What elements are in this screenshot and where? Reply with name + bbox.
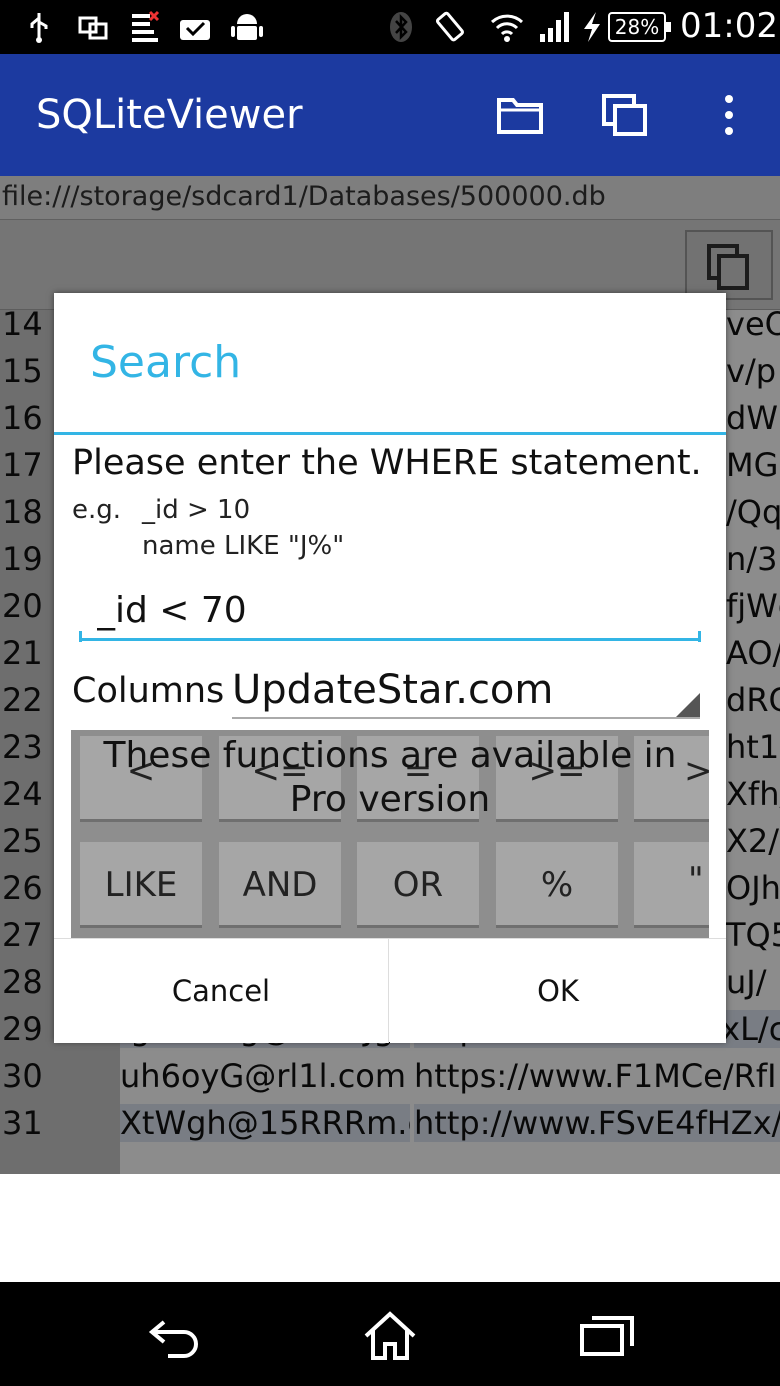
- pro-version-message: These functions are available in Pro ver…: [103, 735, 677, 820]
- example-label: e.g.: [72, 495, 122, 525]
- example-1: _id > 10: [142, 495, 251, 525]
- charging-icon: [584, 12, 600, 42]
- screen: 28% 01:02 SQLiteViewer file:///storage/s…: [0, 0, 780, 1386]
- home-icon[interactable]: [360, 1308, 420, 1364]
- dropdown-arrow-icon: [676, 693, 700, 717]
- sim-error-icon: [132, 10, 160, 42]
- app-title: SQLiteViewer: [36, 92, 303, 138]
- recent-apps-icon[interactable]: [578, 1308, 638, 1364]
- columns-dropdown[interactable]: UpdateStar.com: [232, 667, 700, 719]
- back-icon[interactable]: [146, 1308, 206, 1364]
- copy-icon[interactable]: [600, 90, 650, 140]
- dialog-title: Search: [90, 337, 242, 388]
- rotate-icon: [435, 11, 464, 42]
- key-percent[interactable]: %: [496, 842, 618, 928]
- download-done-icon: [180, 20, 210, 40]
- clock: 01:02: [680, 6, 778, 46]
- key-and[interactable]: AND: [219, 842, 341, 928]
- columns-selected-value: UpdateStar.com: [232, 667, 554, 713]
- usb-icon: [30, 13, 48, 43]
- ok-button[interactable]: OK: [390, 939, 726, 1043]
- bluetooth-icon: [390, 12, 412, 42]
- wifi-icon: [490, 14, 524, 42]
- battery-level: 28%: [608, 12, 671, 42]
- key-like[interactable]: LIKE: [80, 842, 202, 928]
- function-pad: < <= = >= > LIKE AND OR % " These functi…: [71, 730, 709, 938]
- title-divider: [54, 432, 726, 435]
- input-corner-right: [698, 631, 701, 642]
- input-corner-left: [79, 631, 82, 642]
- folder-icon[interactable]: [495, 90, 545, 140]
- status-bar: 28% 01:02: [0, 0, 780, 54]
- signal-icon: [540, 12, 569, 42]
- where-input[interactable]: [79, 583, 701, 641]
- android-icon: [231, 14, 263, 40]
- search-dialog: Search Please enter the WHERE statement.…: [54, 293, 726, 1043]
- key-or[interactable]: OR: [357, 842, 479, 928]
- screen-mirror-icon: [78, 16, 108, 40]
- columns-label: Columns: [72, 671, 225, 711]
- navigation-bar: [0, 1282, 780, 1386]
- overflow-menu-icon[interactable]: [704, 90, 754, 140]
- example-2: name LIKE "J%": [142, 531, 345, 561]
- dialog-buttons: Cancel OK: [54, 938, 726, 1043]
- app-bar: SQLiteViewer: [0, 54, 780, 176]
- key-quote[interactable]: ": [634, 842, 709, 928]
- cancel-button[interactable]: Cancel: [54, 939, 389, 1043]
- where-prompt: Please enter the WHERE statement.: [72, 443, 702, 483]
